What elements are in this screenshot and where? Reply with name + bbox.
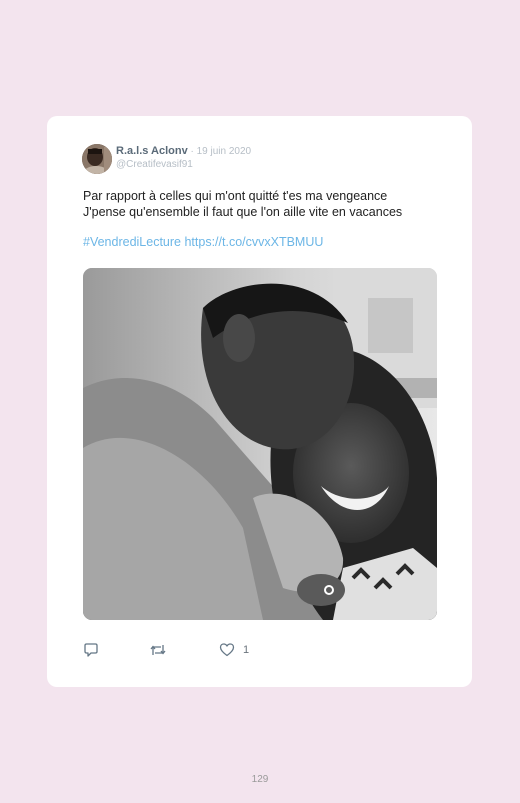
like-count: 1 — [243, 644, 250, 656]
tweet-text: Par rapport à celles qui m'ont quitté t'… — [83, 189, 443, 220]
hashtag-link[interactable]: #VendrediLecture — [83, 235, 181, 249]
tweet-links: #VendrediLecture https://t.co/cvvxXTBMUU — [83, 235, 323, 251]
reply-button[interactable] — [83, 642, 99, 658]
reply-icon — [84, 643, 98, 657]
tweet-date[interactable]: 19 juin 2020 — [197, 146, 252, 157]
page-number: 129 — [251, 774, 269, 785]
like-button[interactable]: 1 — [219, 642, 249, 658]
author-name[interactable]: R.a.l.s Aclonv — [116, 145, 188, 157]
tweet-card: R.a.l.s Aclonv · 19 juin 2020 @Creatifev… — [47, 116, 472, 687]
tweet-header: R.a.l.s Aclonv · 19 juin 2020 — [116, 144, 251, 159]
separator-dot: · — [187, 146, 197, 157]
tweet-text-line: J'pense qu'ensemble il faut que l'on ail… — [83, 204, 403, 219]
tweet-photo[interactable] — [83, 268, 437, 620]
author-handle[interactable]: @Creatifevasif91 — [116, 158, 193, 171]
tweet-text-line: Par rapport à celles qui m'ont quitté t'… — [83, 189, 388, 203]
url-link[interactable]: https://t.co/cvvxXTBMUU — [184, 235, 323, 249]
heart-icon — [219, 643, 235, 657]
retweet-button[interactable] — [149, 642, 167, 658]
retweet-icon — [150, 645, 166, 655]
avatar[interactable] — [82, 144, 112, 174]
